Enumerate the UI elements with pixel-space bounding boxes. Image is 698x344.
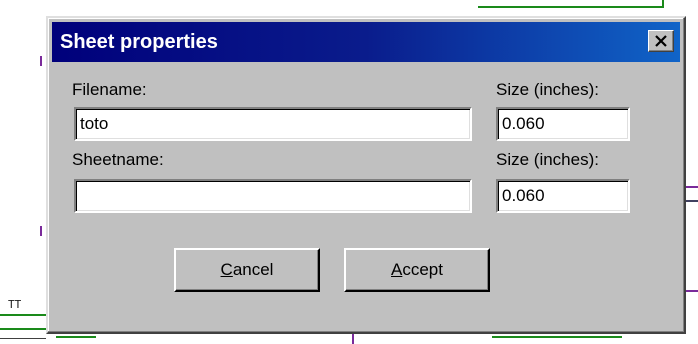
- pin-mark-left-top: [40, 56, 42, 66]
- schematic-label: TT: [8, 298, 22, 311]
- filename-size-input[interactable]: [496, 107, 630, 141]
- accept-button[interactable]: Accept: [344, 248, 490, 292]
- pin-mark-bottom: [352, 334, 354, 344]
- pin-mark-right-1: [686, 186, 698, 188]
- sheetname-input[interactable]: [74, 179, 472, 213]
- wire-bottom-left-1: [0, 314, 46, 316]
- sheetname-label: Sheetname:: [72, 150, 164, 169]
- close-icon: [655, 35, 667, 47]
- cancel-mnemonic: C: [220, 260, 233, 279]
- sheet-properties-dialog: Sheet properties Filename: Size (inches)…: [46, 16, 686, 334]
- wire-bottom-left-2: [0, 328, 46, 330]
- close-button[interactable]: [648, 30, 674, 52]
- pin-mark-left-mid: [40, 226, 42, 236]
- sheetname-size-input[interactable]: [496, 179, 630, 213]
- wire-bottom-mid: [56, 336, 96, 338]
- wire-top-end: [662, 0, 664, 8]
- sheetname-size-label: Size (inches):: [496, 150, 599, 169]
- cancel-label-rest: ancel: [232, 260, 274, 279]
- wire-bottom-right: [492, 336, 622, 338]
- filename-label: Filename:: [72, 80, 147, 99]
- wire-top: [478, 6, 664, 8]
- pin-mark-right-2: [686, 200, 698, 202]
- filename-input[interactable]: [74, 107, 472, 141]
- pin-mark-right-3: [686, 290, 698, 292]
- wire-bottom-left-3: [0, 338, 46, 339]
- filename-size-label: Size (inches):: [496, 80, 599, 99]
- dialog-titlebar[interactable]: Sheet properties: [52, 22, 680, 62]
- dialog-title: Sheet properties: [60, 30, 218, 53]
- accept-label-rest: ccept: [402, 260, 443, 279]
- cancel-button[interactable]: Cancel: [174, 248, 320, 292]
- accept-mnemonic: A: [391, 260, 403, 279]
